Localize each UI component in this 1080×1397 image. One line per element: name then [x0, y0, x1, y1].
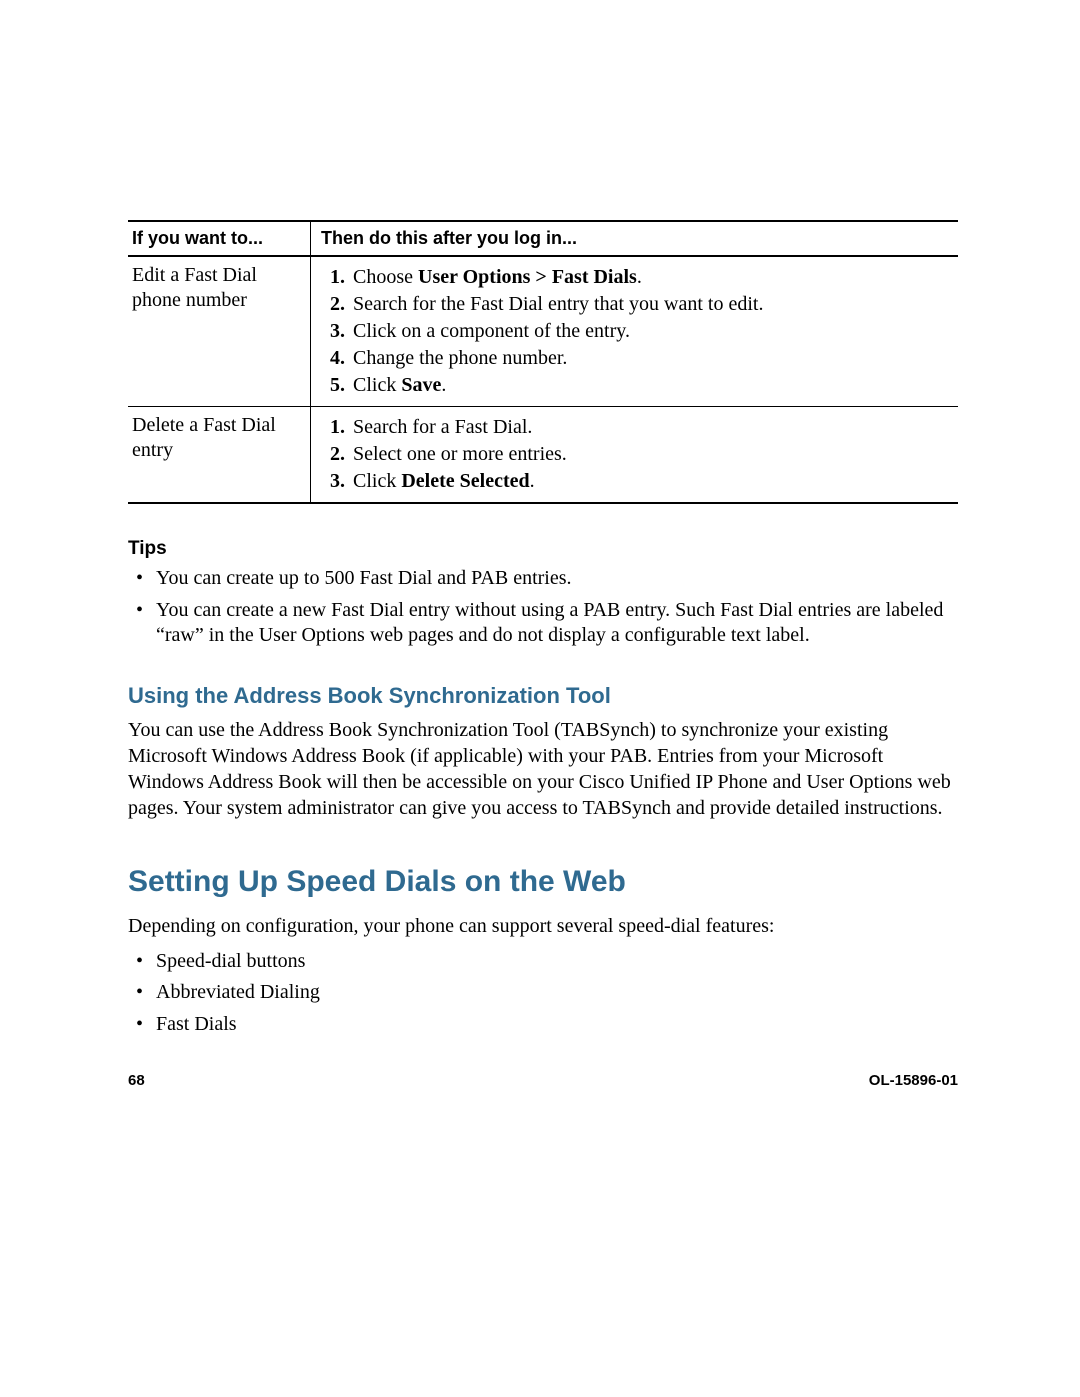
list-item: 1.Choose User Options > Fast Dials. — [349, 265, 950, 290]
task-cell: Edit a Fast Dial phone number — [128, 256, 311, 407]
list-item: Speed-dial buttons — [156, 949, 958, 975]
list-item: You can create up to 500 Fast Dial and P… — [156, 566, 958, 592]
steps-cell: 1.Choose User Options > Fast Dials. 2.Se… — [311, 256, 959, 407]
list-item: 2.Select one or more entries. — [349, 442, 950, 467]
table-header-task: If you want to... — [128, 221, 311, 256]
table-header-action: Then do this after you log in... — [311, 221, 959, 256]
list-item: Fast Dials — [156, 1012, 958, 1038]
section-heading-sync: Using the Address Book Synchronization T… — [128, 683, 958, 709]
steps-cell: 1.Search for a Fast Dial. 2.Select one o… — [311, 407, 959, 504]
table-row: Edit a Fast Dial phone number 1.Choose U… — [128, 256, 958, 407]
list-item: 3.Click on a component of the entry. — [349, 319, 950, 344]
list-item: 1.Search for a Fast Dial. — [349, 415, 950, 440]
speed-dial-list: Speed-dial buttons Abbreviated Dialing F… — [128, 949, 958, 1038]
sync-body: You can use the Address Book Synchroniza… — [128, 717, 958, 821]
instruction-table: If you want to... Then do this after you… — [128, 220, 958, 504]
tips-list: You can create up to 500 Fast Dial and P… — [128, 566, 958, 649]
speed-intro: Depending on configuration, your phone c… — [128, 913, 958, 939]
list-item: You can create a new Fast Dial entry wit… — [156, 598, 958, 649]
list-item: 2.Search for the Fast Dial entry that yo… — [349, 292, 950, 317]
doc-id: OL-15896-01 — [869, 1072, 958, 1089]
list-item: Abbreviated Dialing — [156, 980, 958, 1006]
task-cell: Delete a Fast Dial entry — [128, 407, 311, 504]
section-heading-speed-dials: Setting Up Speed Dials on the Web — [128, 865, 958, 899]
list-item: 3.Click Delete Selected. — [349, 469, 950, 494]
page-number: 68 — [128, 1072, 145, 1089]
table-row: Delete a Fast Dial entry 1.Search for a … — [128, 407, 958, 504]
page-footer: 68 OL-15896-01 — [128, 1072, 958, 1089]
list-item: 4.Change the phone number. — [349, 346, 950, 371]
tips-heading: Tips — [128, 538, 958, 560]
list-item: 5.Click Save. — [349, 373, 950, 398]
